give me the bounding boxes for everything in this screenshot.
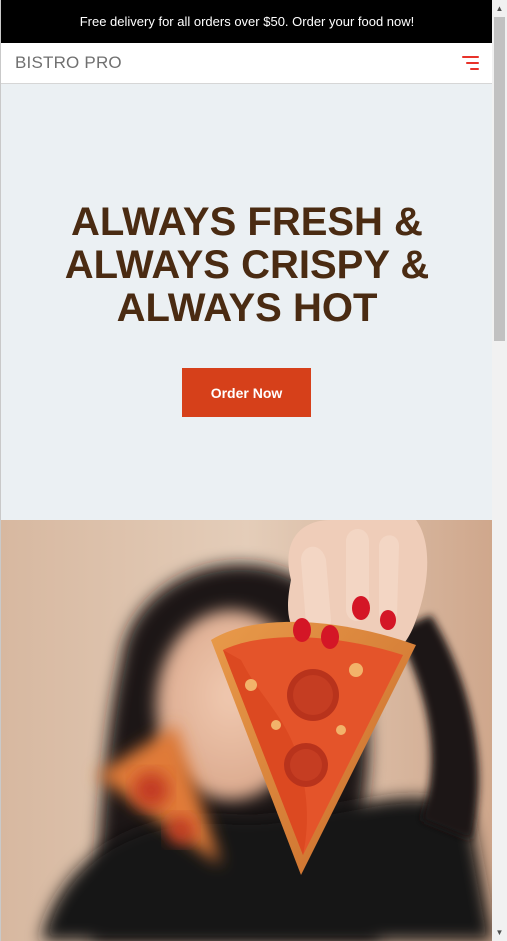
promo-banner: Free delivery for all orders over $50. O… — [1, 0, 492, 43]
promo-text: Free delivery for all orders over $50. O… — [79, 14, 415, 29]
hero-title: ALWAYS FRESH & ALWAYS CRISPY & ALWAYS HO… — [1, 201, 492, 330]
hero-section: ALWAYS FRESH & ALWAYS CRISPY & ALWAYS HO… — [1, 84, 492, 520]
order-now-button[interactable]: Order Now — [182, 368, 311, 417]
hero-title-line: ALWAYS FRESH & — [71, 200, 423, 244]
brand-logo[interactable]: BISTRO PRO — [15, 53, 122, 73]
hero-title-line: ALWAYS CRISPY & — [64, 243, 430, 287]
hero-title-line: ALWAYS HOT — [116, 286, 378, 330]
scroll-up-arrow-icon[interactable]: ▲ — [492, 0, 507, 17]
pizza-slice-image — [1, 520, 492, 941]
vertical-scrollbar[interactable]: ▲ ▼ — [492, 0, 507, 941]
scroll-down-arrow-icon[interactable]: ▼ — [492, 924, 507, 941]
top-navbar: BISTRO PRO — [1, 43, 492, 84]
page: Free delivery for all orders over $50. O… — [0, 0, 492, 941]
hamburger-menu-icon[interactable] — [461, 55, 479, 71]
scrollbar-thumb[interactable] — [494, 17, 505, 341]
